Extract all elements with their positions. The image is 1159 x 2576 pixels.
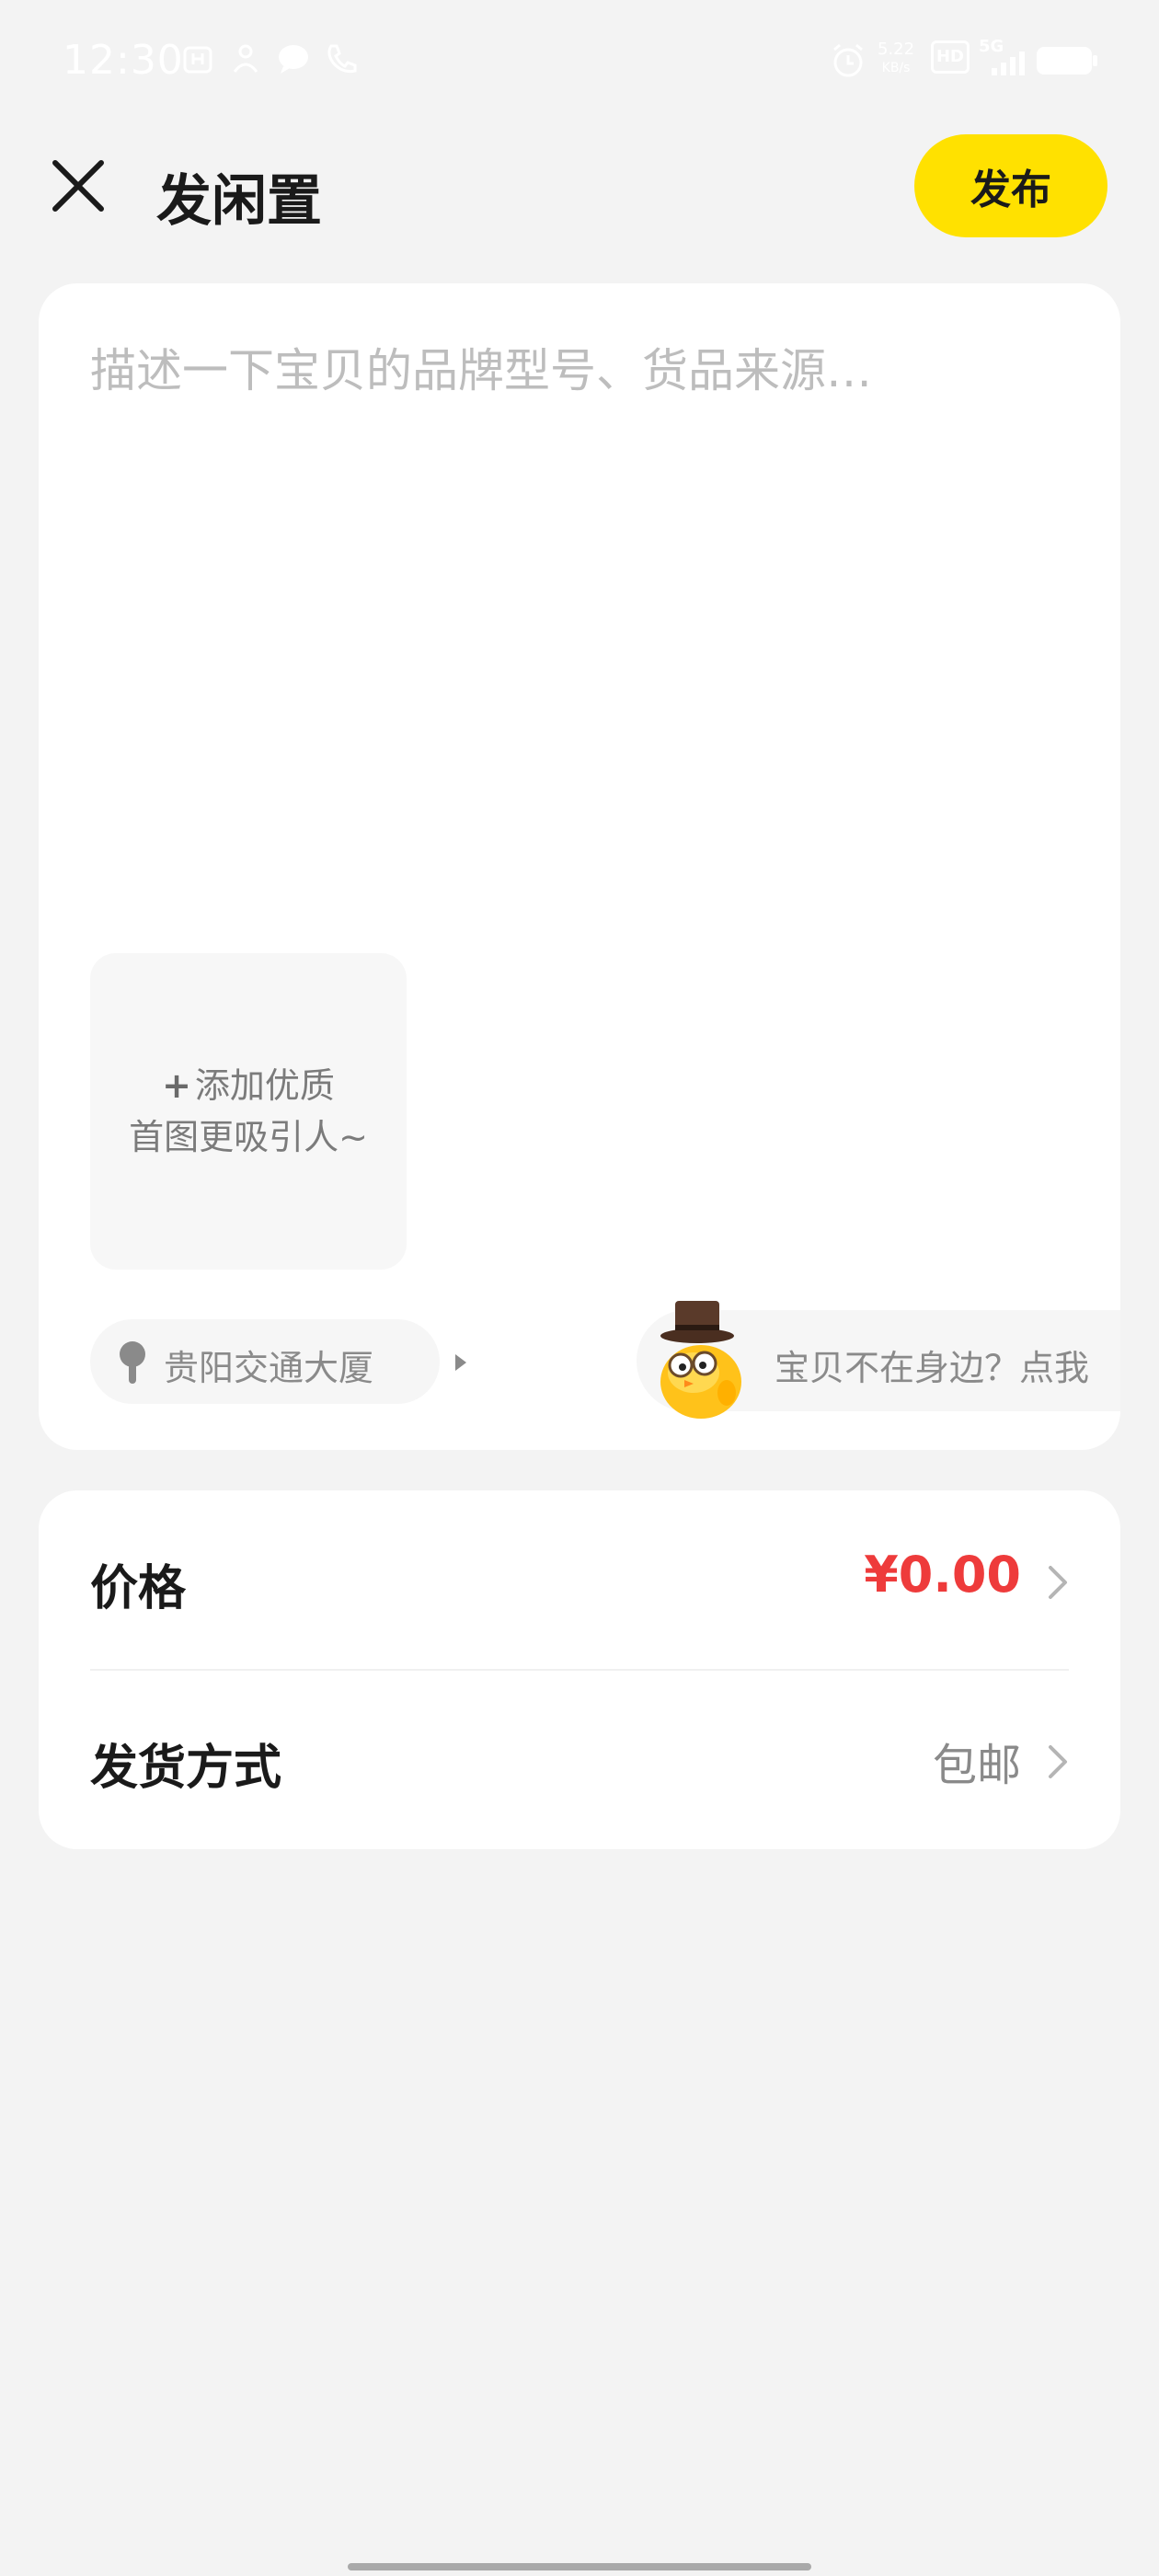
page-title: 发闲置 (156, 169, 322, 234)
shipping-row[interactable]: 发货方式 包邮 (39, 1670, 1120, 1849)
close-icon (52, 160, 104, 212)
shipping-value: 包邮 (932, 1740, 1021, 1791)
signal-indicator: 5G (979, 37, 1034, 77)
alarm-icon (833, 43, 863, 77)
chevron-right-icon (1049, 1566, 1067, 1599)
publish-button[interactable]: 发布 (914, 134, 1107, 237)
add-photo-button[interactable]: + 添加优质 首图更吸引人~ (90, 953, 407, 1270)
add-photo-line1-row: + 添加优质 (162, 1060, 335, 1111)
close-button[interactable] (46, 154, 110, 218)
description-input[interactable] (90, 339, 1065, 891)
location-text: 贵阳交通大厦 (164, 1348, 374, 1388)
battery-icon (1037, 47, 1097, 75)
signal-icon (992, 52, 1025, 75)
shipping-label: 发货方式 (90, 1741, 282, 1796)
location-chip[interactable]: 贵阳交通大厦 (90, 1319, 466, 1404)
price-row[interactable]: 价格 ¥0.00 (39, 1490, 1120, 1671)
network-speed: 5.22 KB/s (878, 40, 915, 76)
item-editor-card: +添加优质 首图更吸引人~ 贵阳交通大厦 宝贝不在身边？点我 (39, 283, 1120, 1450)
message-icon (279, 45, 308, 74)
status-time: 12:30 (63, 37, 184, 84)
triangle-right-icon (455, 1354, 466, 1371)
top-bar: 发闲置 发布 (0, 129, 1159, 248)
plus-icon: + (162, 1065, 191, 1106)
home-indicator[interactable] (348, 2563, 811, 2570)
publish-idle-item-screen: 12:30 5.22 KB/s HD 5G 发闲置 发布 描述一下宝贝的品牌型号… (0, 0, 1159, 2576)
add-photo-line1: 添加优质 (194, 1065, 335, 1106)
chevron-right-icon (1049, 1745, 1067, 1778)
price-value: ¥0.00 (864, 1546, 1021, 1604)
phone-icon (327, 44, 357, 74)
mascot-chick-icon (660, 1301, 741, 1419)
hd-badge: HD (931, 40, 970, 74)
add-photo-line2: 首图更吸引人~ (129, 1117, 368, 1157)
status-bar: 12:30 5.22 KB/s HD 5G (0, 0, 1159, 120)
helper-text: 宝贝不在身边？点我 (775, 1348, 1090, 1388)
price-shipping-card: 价格 ¥0.00 发货方式 包邮 (39, 1490, 1120, 1849)
price-label: 价格 (90, 1561, 187, 1616)
person-icon (233, 44, 258, 73)
location-pin-icon (120, 1341, 145, 1384)
tiktok-icon (183, 46, 212, 74)
